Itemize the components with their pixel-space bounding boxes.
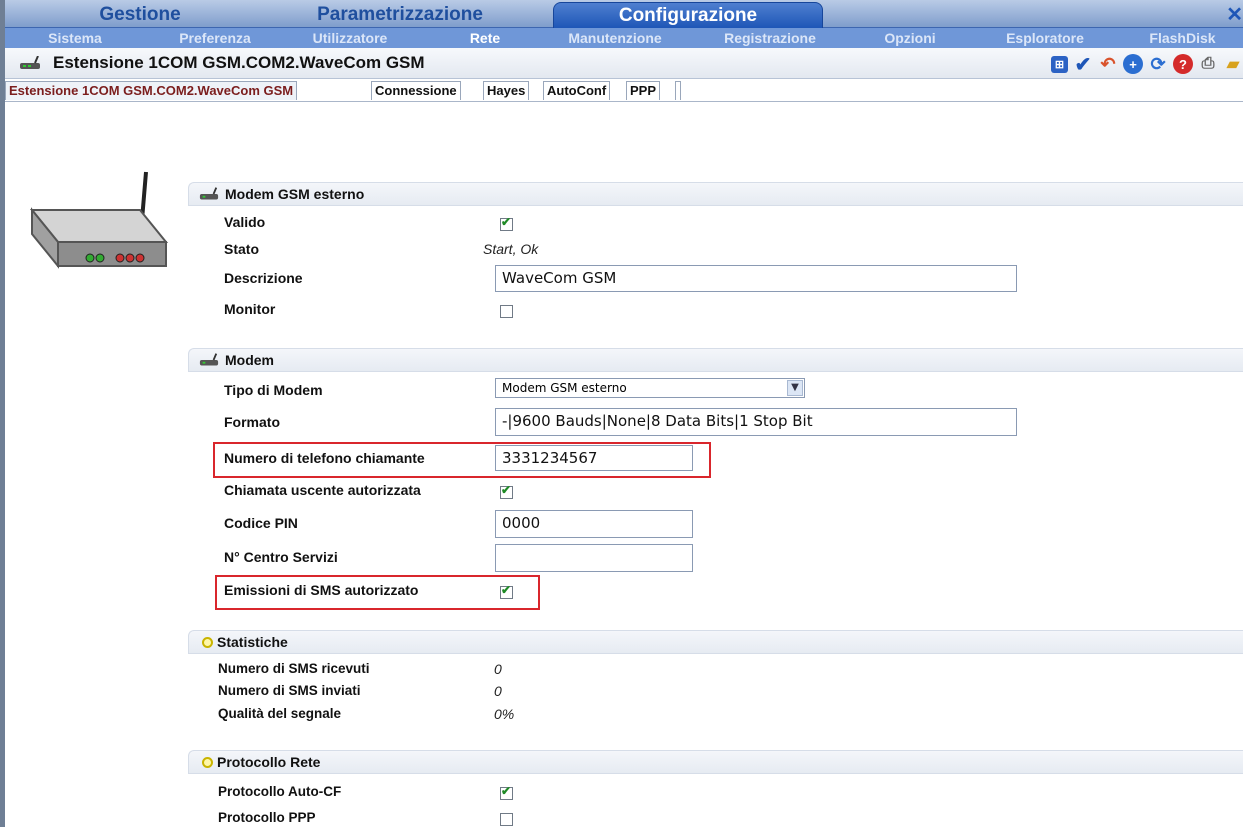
protocollo-ppp-checkbox[interactable] xyxy=(500,813,513,826)
add-icon[interactable]: + xyxy=(1123,54,1143,74)
descrizione-input[interactable]: WaveCom GSM xyxy=(495,265,1017,292)
tipo-modem-label: Tipo di Modem xyxy=(224,382,323,398)
sms-inviati-value: 0 xyxy=(494,683,502,699)
bullet-icon xyxy=(202,757,213,768)
chiamata-uscente-checkbox[interactable] xyxy=(500,483,513,499)
chevron-down-icon[interactable]: ▼ xyxy=(787,380,803,396)
section-title: Modem xyxy=(225,352,274,368)
undo-icon[interactable]: ↶ xyxy=(1098,54,1118,74)
tab-autoconf[interactable]: AutoConf xyxy=(543,81,611,100)
chiamata-uscente-label: Chiamata uscente autorizzata xyxy=(224,482,421,498)
qualita-segnale-label: Qualità del segnale xyxy=(218,706,342,721)
modem-icon xyxy=(199,353,219,366)
tab-connessione[interactable]: Connessione xyxy=(371,81,461,100)
descrizione-label: Descrizione xyxy=(224,270,303,286)
tab-ppp[interactable]: PPP xyxy=(626,81,661,100)
sms-ricevuti-label: Numero di SMS ricevuti xyxy=(218,661,370,676)
tab-configurazione[interactable]: Configurazione xyxy=(553,2,823,28)
modem-image xyxy=(29,171,169,269)
page-title: Estensione 1COM GSM.COM2.WaveCom GSM xyxy=(53,53,425,72)
toolbar: ⊞ ✔ ↶ + ⟳ ? ⎙ ▰ xyxy=(1051,53,1243,76)
folder-icon[interactable]: ▰ xyxy=(1223,54,1243,74)
check-icon[interactable]: ✔ xyxy=(1073,54,1093,76)
sms-ricevuti-value: 0 xyxy=(494,661,502,677)
section-title: Statistiche xyxy=(217,634,288,650)
emissioni-sms-label: Emissioni di SMS autorizzato xyxy=(224,582,419,598)
formato-label: Formato xyxy=(224,414,280,430)
stato-label: Stato xyxy=(224,241,259,257)
codice-pin-label: Codice PIN xyxy=(224,515,298,531)
nav-registrazione[interactable]: Registrazione xyxy=(705,28,835,48)
valido-checkbox[interactable] xyxy=(500,215,513,231)
emissioni-sms-checkbox[interactable] xyxy=(500,583,513,599)
tab-hayes[interactable]: Hayes xyxy=(483,81,530,100)
refresh-icon[interactable]: ⟳ xyxy=(1148,54,1168,74)
formato-input[interactable]: -|9600 Bauds|None|8 Data Bits|1 Stop Bit xyxy=(495,408,1017,436)
section-header-modem-gsm: Modem GSM esterno xyxy=(188,182,1243,206)
monitor-label: Monitor xyxy=(224,301,276,317)
modem-icon xyxy=(199,187,219,200)
nav-esploratore[interactable]: Esploratore xyxy=(990,28,1100,48)
help-icon[interactable]: ? xyxy=(1173,54,1193,74)
nav-flashdisk[interactable]: FlashDisk xyxy=(1135,28,1230,48)
section-title: Protocollo Rete xyxy=(217,754,321,770)
section-title: Modem GSM esterno xyxy=(225,186,365,202)
stato-value: Start, Ok xyxy=(483,241,539,257)
nav-opzioni[interactable]: Opzioni xyxy=(875,28,945,48)
sub-navigation: Sistema Preferenza Utilizzatore Rete Man… xyxy=(5,28,1243,48)
bullet-icon xyxy=(202,637,213,648)
section-header-statistiche: Statistiche xyxy=(188,630,1243,654)
numero-telefono-label: Numero di telefono chiamante xyxy=(224,450,425,466)
nav-manutenzione[interactable]: Manutenzione xyxy=(555,28,675,48)
close-icon[interactable]: ✕ xyxy=(1226,2,1243,27)
monitor-checkbox[interactable] xyxy=(500,305,513,318)
title-bar: Estensione 1COM GSM.COM2.WaveCom GSM ⊞ ✔… xyxy=(5,48,1243,79)
tab-empty xyxy=(675,81,681,100)
nav-rete[interactable]: Rete xyxy=(460,28,510,48)
sms-inviati-label: Numero di SMS inviati xyxy=(218,683,361,698)
print-icon[interactable]: ⎙ xyxy=(1198,54,1218,74)
window-left-border xyxy=(0,0,5,827)
protocollo-ppp-label: Protocollo PPP xyxy=(218,810,316,825)
tab-gestione[interactable]: Gestione xyxy=(65,2,215,27)
tab-parametrizzazione[interactable]: Parametrizzazione xyxy=(305,2,495,27)
numero-telefono-input[interactable]: 3331234567 xyxy=(495,445,693,471)
codice-pin-input[interactable]: 0000 xyxy=(495,510,693,538)
nav-utilizzatore[interactable]: Utilizzatore xyxy=(295,28,405,48)
nav-preferenza[interactable]: Preferenza xyxy=(165,28,265,48)
modem-icon xyxy=(20,56,40,69)
page-tabs: Estensione 1COM GSM.COM2.WaveCom GSM Con… xyxy=(5,79,1243,102)
tipo-modem-select[interactable]: Modem GSM esterno ▼ xyxy=(495,378,805,398)
section-header-protocollo: Protocollo Rete xyxy=(188,750,1243,774)
tipo-modem-value: Modem GSM esterno xyxy=(502,381,627,395)
nav-sistema[interactable]: Sistema xyxy=(35,28,115,48)
top-tabs-bar: Gestione Parametrizzazione Configurazion… xyxy=(5,0,1243,28)
tab-estensione[interactable]: Estensione 1COM GSM.COM2.WaveCom GSM xyxy=(5,81,298,100)
qualita-segnale-value: 0% xyxy=(494,706,515,722)
protocollo-autocf-checkbox[interactable] xyxy=(500,784,513,800)
protocollo-autocf-label: Protocollo Auto-CF xyxy=(218,784,342,799)
valido-label: Valido xyxy=(224,214,266,230)
centro-servizi-input[interactable] xyxy=(495,544,693,572)
section-header-modem: Modem xyxy=(188,348,1243,372)
grid-icon[interactable]: ⊞ xyxy=(1051,55,1068,73)
centro-servizi-label: N° Centro Servizi xyxy=(224,549,338,565)
